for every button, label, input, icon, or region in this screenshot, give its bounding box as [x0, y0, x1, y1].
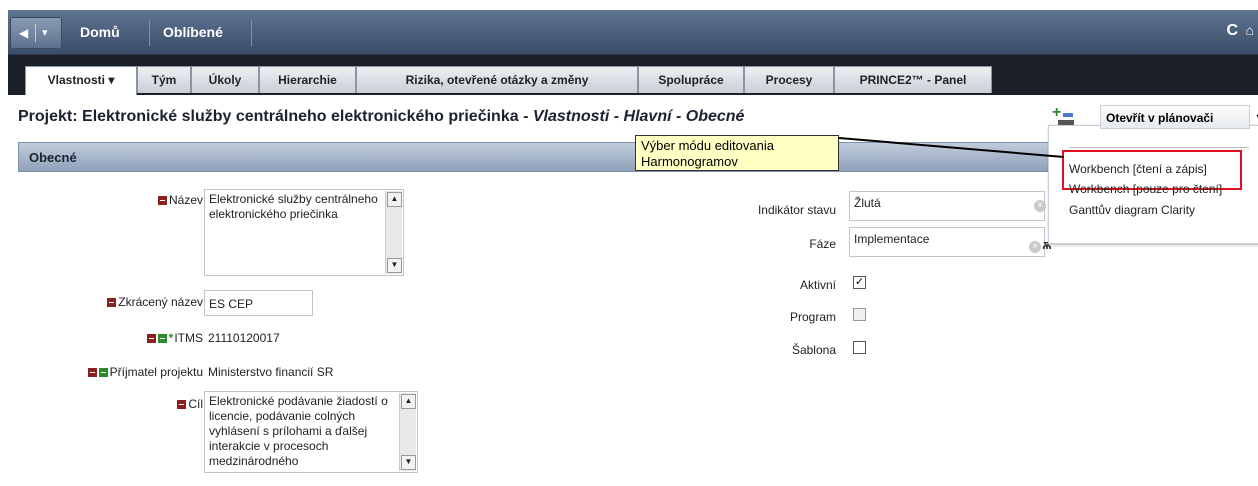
clear-icon[interactable]: ×	[1034, 200, 1046, 212]
tab-hierarchie[interactable]: Hierarchie	[259, 66, 356, 93]
prijemce-value: Ministerstvo financií SR	[208, 365, 334, 379]
prijemce-label: Příjmatel projektu	[87, 365, 203, 379]
refresh-icon[interactable]: C	[1226, 22, 1238, 40]
zkraceny-input[interactable]: ES CEP	[204, 290, 313, 316]
scroll-down-icon[interactable]: ▼	[401, 455, 416, 470]
tab-bar: Vlastnosti ▾ Tým Úkoly Hierarchie Rizika…	[8, 55, 1258, 95]
tab-prince2-panel[interactable]: PRINCE2™ - Panel	[834, 66, 992, 93]
divider	[149, 20, 150, 46]
clear-icon[interactable]: ×	[1029, 241, 1041, 253]
tab-vlastnosti[interactable]: Vlastnosti ▾	[25, 66, 137, 95]
main-content: Projekt: Elektronické služby centrálneho…	[8, 95, 1258, 486]
required-icon	[177, 400, 187, 409]
open-in-planner-label[interactable]: Otevřít v plánovači▼	[1100, 105, 1258, 129]
aktivni-label: Aktivní	[799, 278, 836, 292]
home-icon[interactable]: ⌂	[1246, 22, 1254, 38]
indikator-select[interactable]: Žlutá ×	[849, 191, 1046, 221]
back-arrow-icon: ◀	[19, 26, 29, 40]
scrollbar[interactable]: ▲ ▼	[385, 191, 402, 274]
cil-textarea[interactable]: Elektronické podávanie žiadostí o licenc…	[204, 391, 418, 473]
itms-label: *ITMS	[146, 331, 203, 345]
menu-favorites[interactable]: Oblíbené	[163, 24, 223, 40]
star-icon: *	[168, 331, 174, 345]
planner-dropdown-menu: Workbench [čtení a zápis] Workbench [pou…	[1048, 125, 1258, 244]
green-icon	[157, 334, 167, 343]
scrollbar[interactable]: ▲ ▼	[399, 393, 416, 471]
sablona-checkbox[interactable]	[853, 341, 866, 354]
nazev-label: Název	[157, 193, 203, 207]
sablona-label: Šablona	[791, 343, 836, 357]
scroll-down-icon[interactable]: ▼	[387, 258, 402, 273]
scroll-up-icon[interactable]: ▲	[387, 192, 402, 207]
menu-item-workbench-ro[interactable]: Workbench [pouze pro čtení]	[1069, 182, 1222, 196]
chevron-down-icon[interactable]: ▼	[1254, 106, 1258, 130]
annotation-callout: Výber módu editovania Harmonogramov	[635, 135, 839, 171]
aktivni-checkbox[interactable]: ✓	[853, 276, 866, 289]
section-header: Obecné	[18, 142, 1053, 172]
required-icon	[157, 196, 167, 205]
required-icon	[146, 334, 156, 343]
divider	[1069, 147, 1249, 148]
top-navigation-bar: ◀ ▾ Domů Oblíbené C ⌂	[8, 10, 1258, 55]
tab-procesy[interactable]: Procesy	[744, 66, 834, 93]
tab-tym[interactable]: Tým	[137, 66, 191, 93]
faze-lookup[interactable]: Implementace	[849, 227, 1045, 257]
back-button[interactable]: ◀ ▾	[10, 17, 62, 49]
nazev-textarea[interactable]: Elektronické služby centrálneho elektron…	[204, 189, 404, 276]
separator	[35, 24, 36, 42]
menu-item-workbench-rw[interactable]: Workbench [čtení a zápis]	[1069, 162, 1207, 176]
program-label: Program	[789, 310, 836, 324]
itms-value: 21110120017	[208, 331, 280, 345]
open-in-planner-button[interactable]: + Otevřít v plánovači▼	[1048, 102, 1258, 132]
required-icon	[87, 368, 97, 377]
faze-label: Fáze	[809, 237, 836, 251]
program-checkbox[interactable]	[853, 308, 866, 321]
menu-home[interactable]: Domů	[80, 24, 120, 40]
green-icon	[98, 368, 108, 377]
add-to-planner-icon[interactable]: +	[1052, 104, 1076, 128]
tab-rizika[interactable]: Rizika, otevřené otázky a změny	[356, 66, 638, 93]
divider	[251, 20, 252, 46]
page-title: Projekt: Elektronické služby centrálneho…	[18, 108, 745, 125]
zkraceny-label: Zkrácený název	[107, 295, 203, 309]
indikator-label: Indikátor stavu	[757, 203, 836, 217]
menu-item-gantt[interactable]: Ganttův diagram Clarity	[1069, 203, 1195, 217]
top-strip	[0, 0, 1258, 10]
tab-ukoly[interactable]: Úkoly	[191, 66, 259, 93]
scroll-up-icon[interactable]: ▲	[401, 394, 416, 409]
cil-label: Cíl	[177, 397, 203, 411]
section-title: Obecné	[29, 150, 77, 165]
required-icon	[107, 298, 117, 307]
history-dropdown-icon[interactable]: ▾	[42, 26, 48, 39]
tab-spoluprace[interactable]: Spolupráce	[638, 66, 744, 93]
